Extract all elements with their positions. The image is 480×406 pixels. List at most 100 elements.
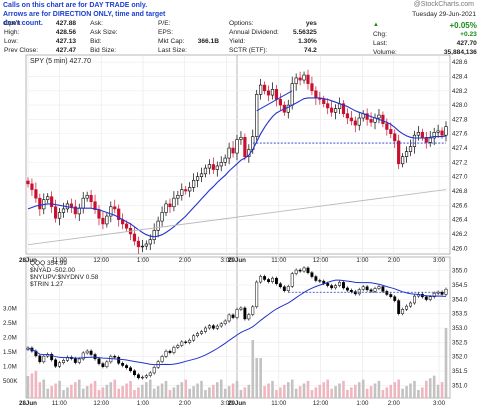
volume-bar	[373, 383, 377, 398]
qqq-candle	[97, 358, 101, 364]
candle-body	[357, 117, 361, 126]
qqq-candle	[278, 283, 282, 288]
y-tick-label: 428.0	[452, 102, 468, 109]
qqq-candle	[200, 331, 203, 334]
qqq-candle	[389, 294, 393, 297]
volume-tick-label: 2.0M	[3, 335, 17, 342]
qqq-candle	[377, 286, 381, 289]
volume-bar	[428, 378, 432, 398]
candle-body	[61, 208, 66, 213]
candle-body	[397, 140, 401, 165]
volume-bar	[377, 380, 381, 398]
candle-body	[97, 209, 101, 219]
volume-bar	[267, 383, 270, 398]
x-tick-label: 2:00	[179, 257, 192, 264]
volume-bar	[401, 388, 404, 398]
qqq-candle	[207, 325, 211, 329]
candle-body	[85, 195, 89, 199]
lower-y-tick-label: 351.5	[452, 368, 468, 375]
volume-bar	[421, 387, 424, 398]
x-tick-label: 12:00	[93, 257, 109, 264]
candle-body	[235, 139, 239, 154]
volume-bar	[385, 387, 389, 398]
qqq-candle	[243, 307, 247, 320]
lower-y-tick-label: 351.0	[452, 382, 468, 389]
volume-bar	[192, 386, 195, 398]
candle-body	[322, 99, 326, 104]
volume-bar	[152, 388, 156, 398]
qqq-candle	[117, 356, 121, 364]
x-tick-label-lower: 2:00	[388, 400, 401, 406]
volume-bar	[58, 380, 61, 398]
volume-bar	[180, 382, 184, 398]
qqq-candle	[93, 354, 97, 360]
volume-bar	[188, 388, 191, 398]
spy-price-chart: 28Jun28Jun11:0011:0012:0012:001:001:002:…	[3, 54, 468, 406]
qqq-candle	[140, 376, 144, 379]
qqq-candle	[369, 289, 373, 292]
candle-body	[180, 189, 184, 196]
volume-tick-label: 2.5M	[3, 320, 17, 327]
qqq-candle	[282, 286, 286, 292]
volume-bar	[42, 379, 46, 398]
candle-body	[50, 196, 54, 208]
qqq-candle	[255, 281, 259, 308]
candle-body	[412, 134, 417, 147]
legend-nyad: $NYAD -502.00	[30, 267, 75, 274]
qqq-candle	[152, 367, 156, 374]
y-tick-label: 426.2	[452, 231, 468, 238]
candle-body	[184, 189, 188, 192]
qqq-candle	[413, 295, 416, 304]
x-tick-label-lower: 12:00	[313, 400, 329, 406]
qqq-candle	[409, 302, 412, 307]
volume-bar	[239, 390, 243, 398]
volume-bar	[365, 388, 369, 398]
qqq-candle	[85, 350, 89, 354]
qqq-candle	[58, 362, 61, 367]
price-panel-title: SPY (5 min) 427.70	[30, 58, 91, 65]
candle-body	[26, 180, 30, 185]
candle-body	[389, 129, 393, 135]
qqq-candle	[227, 314, 231, 322]
qqq-candle	[428, 296, 432, 300]
lower-y-tick-label: 353.0	[452, 325, 468, 332]
volume-bar	[298, 386, 302, 398]
candle-body	[377, 114, 381, 119]
volume-tick-label: 1.5M	[3, 349, 17, 356]
volume-bar	[314, 387, 318, 398]
volume-bar	[141, 384, 144, 398]
volume-bar	[275, 390, 278, 398]
qqq-candle	[62, 360, 65, 363]
candle-body	[436, 130, 440, 133]
volume-bar	[74, 382, 77, 398]
y-tick-label: 428.4	[452, 73, 468, 80]
qqq-candle	[42, 355, 46, 363]
volume-bar	[389, 384, 393, 398]
candle-body	[144, 243, 148, 247]
qqq-candle	[271, 277, 274, 282]
candle-body	[105, 215, 109, 225]
candle-body	[132, 233, 137, 242]
qqq-candle	[211, 325, 215, 329]
volume-bar	[172, 387, 176, 398]
volume-bar	[381, 390, 385, 398]
candle-body	[393, 133, 397, 142]
volume-bar	[342, 380, 345, 398]
price-panel-frame	[25, 54, 451, 255]
candle-body	[164, 203, 168, 213]
qqq-candle	[219, 323, 223, 327]
qqq-candle	[184, 341, 188, 343]
volume-bar	[243, 387, 247, 398]
volume-bar	[46, 388, 50, 398]
x-tick-label-lower: 11:00	[52, 400, 68, 406]
candle-body	[408, 146, 413, 152]
volume-bar	[212, 384, 215, 398]
qqq-candle	[215, 325, 219, 329]
qqq-candle	[274, 277, 278, 285]
qqq-candle	[286, 286, 290, 292]
candle-body	[69, 203, 73, 208]
legend-upv-dnv: $NYUPV:$NYDNV 0.58	[30, 274, 99, 281]
volume-bar	[444, 328, 448, 398]
lower-y-tick-label: 352.0	[452, 354, 468, 361]
qqq-candle	[357, 289, 361, 295]
